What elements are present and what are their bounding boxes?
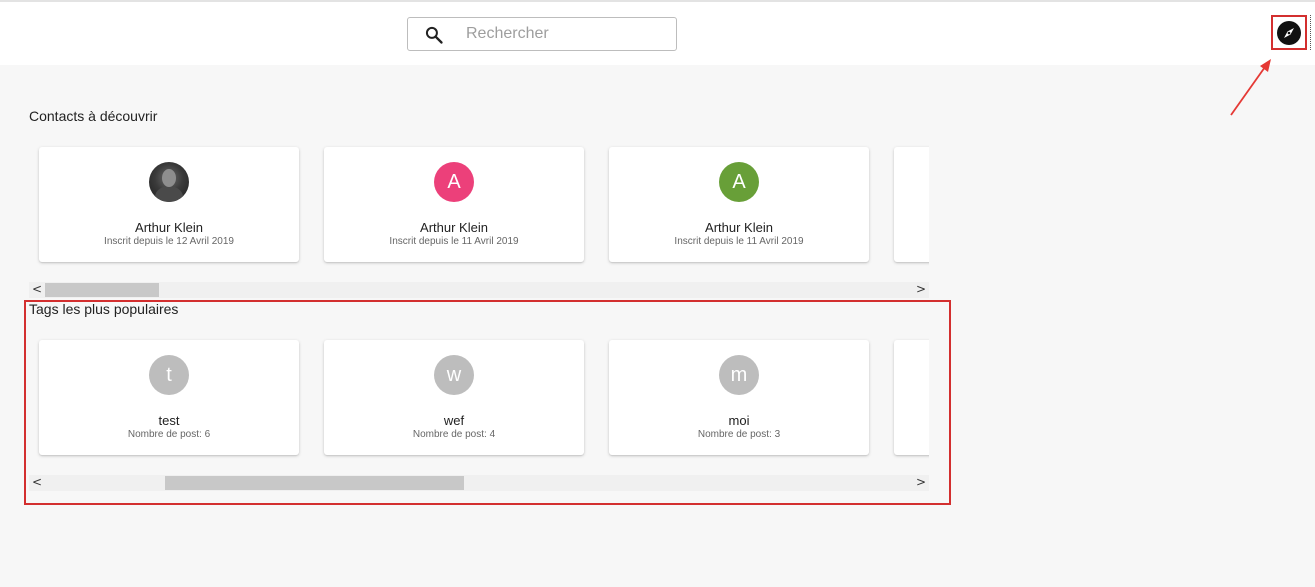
annotation-arrow bbox=[1230, 59, 1271, 116]
explore-button[interactable] bbox=[1271, 15, 1307, 50]
compass-icon bbox=[1277, 21, 1301, 45]
tag-card[interactable]: t test Nombre de post: 6 bbox=[39, 340, 299, 455]
scroll-right-arrow[interactable]: > bbox=[913, 475, 929, 491]
contact-name: Arthur Klein bbox=[705, 220, 773, 235]
avatar-initial: t bbox=[149, 355, 189, 395]
contact-joined-date: Inscrit depuis le 12 Avril 2019 bbox=[104, 236, 234, 247]
scroll-left-arrow[interactable]: < bbox=[29, 475, 45, 491]
tag-card[interactable]: m moi Nombre de post: 3 bbox=[609, 340, 869, 455]
search-bar[interactable] bbox=[407, 17, 677, 51]
contacts-section-title: Contacts à découvrir bbox=[29, 108, 158, 124]
search-icon[interactable] bbox=[424, 25, 444, 45]
tags-carousel: t test Nombre de post: 6 w wef Nombre de post… bbox=[29, 333, 929, 463]
avatar-initial: A bbox=[719, 162, 759, 202]
scroll-thumb[interactable] bbox=[45, 283, 159, 297]
scroll-thumb[interactable] bbox=[165, 476, 464, 490]
contact-card[interactable]: Arthur Klein Inscrit depuis le 12 Avril 2… bbox=[39, 147, 299, 262]
tag-name: test bbox=[158, 413, 180, 428]
tags-scrollbar[interactable]: < > bbox=[29, 475, 929, 491]
tag-name: moi bbox=[728, 413, 750, 428]
contact-joined-date: Inscrit depuis le 11 Avril 2019 bbox=[674, 236, 804, 247]
contacts-carousel: Arthur Klein Inscrit depuis le 12 Avril 2… bbox=[29, 140, 929, 270]
contact-joined-date: Inscrit depuis le 11 Avril 2019 bbox=[389, 236, 519, 247]
scroll-right-arrow[interactable]: > bbox=[913, 282, 929, 298]
avatar-initial: m bbox=[719, 355, 759, 395]
contact-name: Arthur Klein bbox=[420, 220, 488, 235]
avatar-photo bbox=[149, 162, 189, 202]
avatar-initial: A bbox=[434, 162, 474, 202]
tag-card[interactable]: w wef Nombre de post: 4 bbox=[324, 340, 584, 455]
contacts-scrollbar[interactable]: < > bbox=[29, 282, 929, 298]
scroll-left-arrow[interactable]: < bbox=[29, 282, 45, 298]
tags-section-title: Tags les plus populaires bbox=[29, 301, 179, 317]
tag-post-count: Nombre de post: 6 bbox=[127, 429, 211, 440]
tag-card[interactable] bbox=[894, 340, 929, 455]
tag-post-count: Nombre de post: 4 bbox=[412, 429, 496, 440]
search-input[interactable] bbox=[466, 22, 666, 46]
tag-post-count: Nombre de post: 3 bbox=[697, 429, 781, 440]
tag-name: wef bbox=[443, 413, 465, 428]
contact-card[interactable]: A Arthur Klein Inscrit depuis le 11 Avril … bbox=[324, 147, 584, 262]
contact-card[interactable]: A Arthur Klein Inscrit depuis le 11 Avril … bbox=[609, 147, 869, 262]
contact-name: Arthur Klein bbox=[135, 220, 203, 235]
avatar-initial: w bbox=[434, 355, 474, 395]
contact-card[interactable] bbox=[894, 147, 929, 262]
focus-outline bbox=[1310, 15, 1312, 50]
